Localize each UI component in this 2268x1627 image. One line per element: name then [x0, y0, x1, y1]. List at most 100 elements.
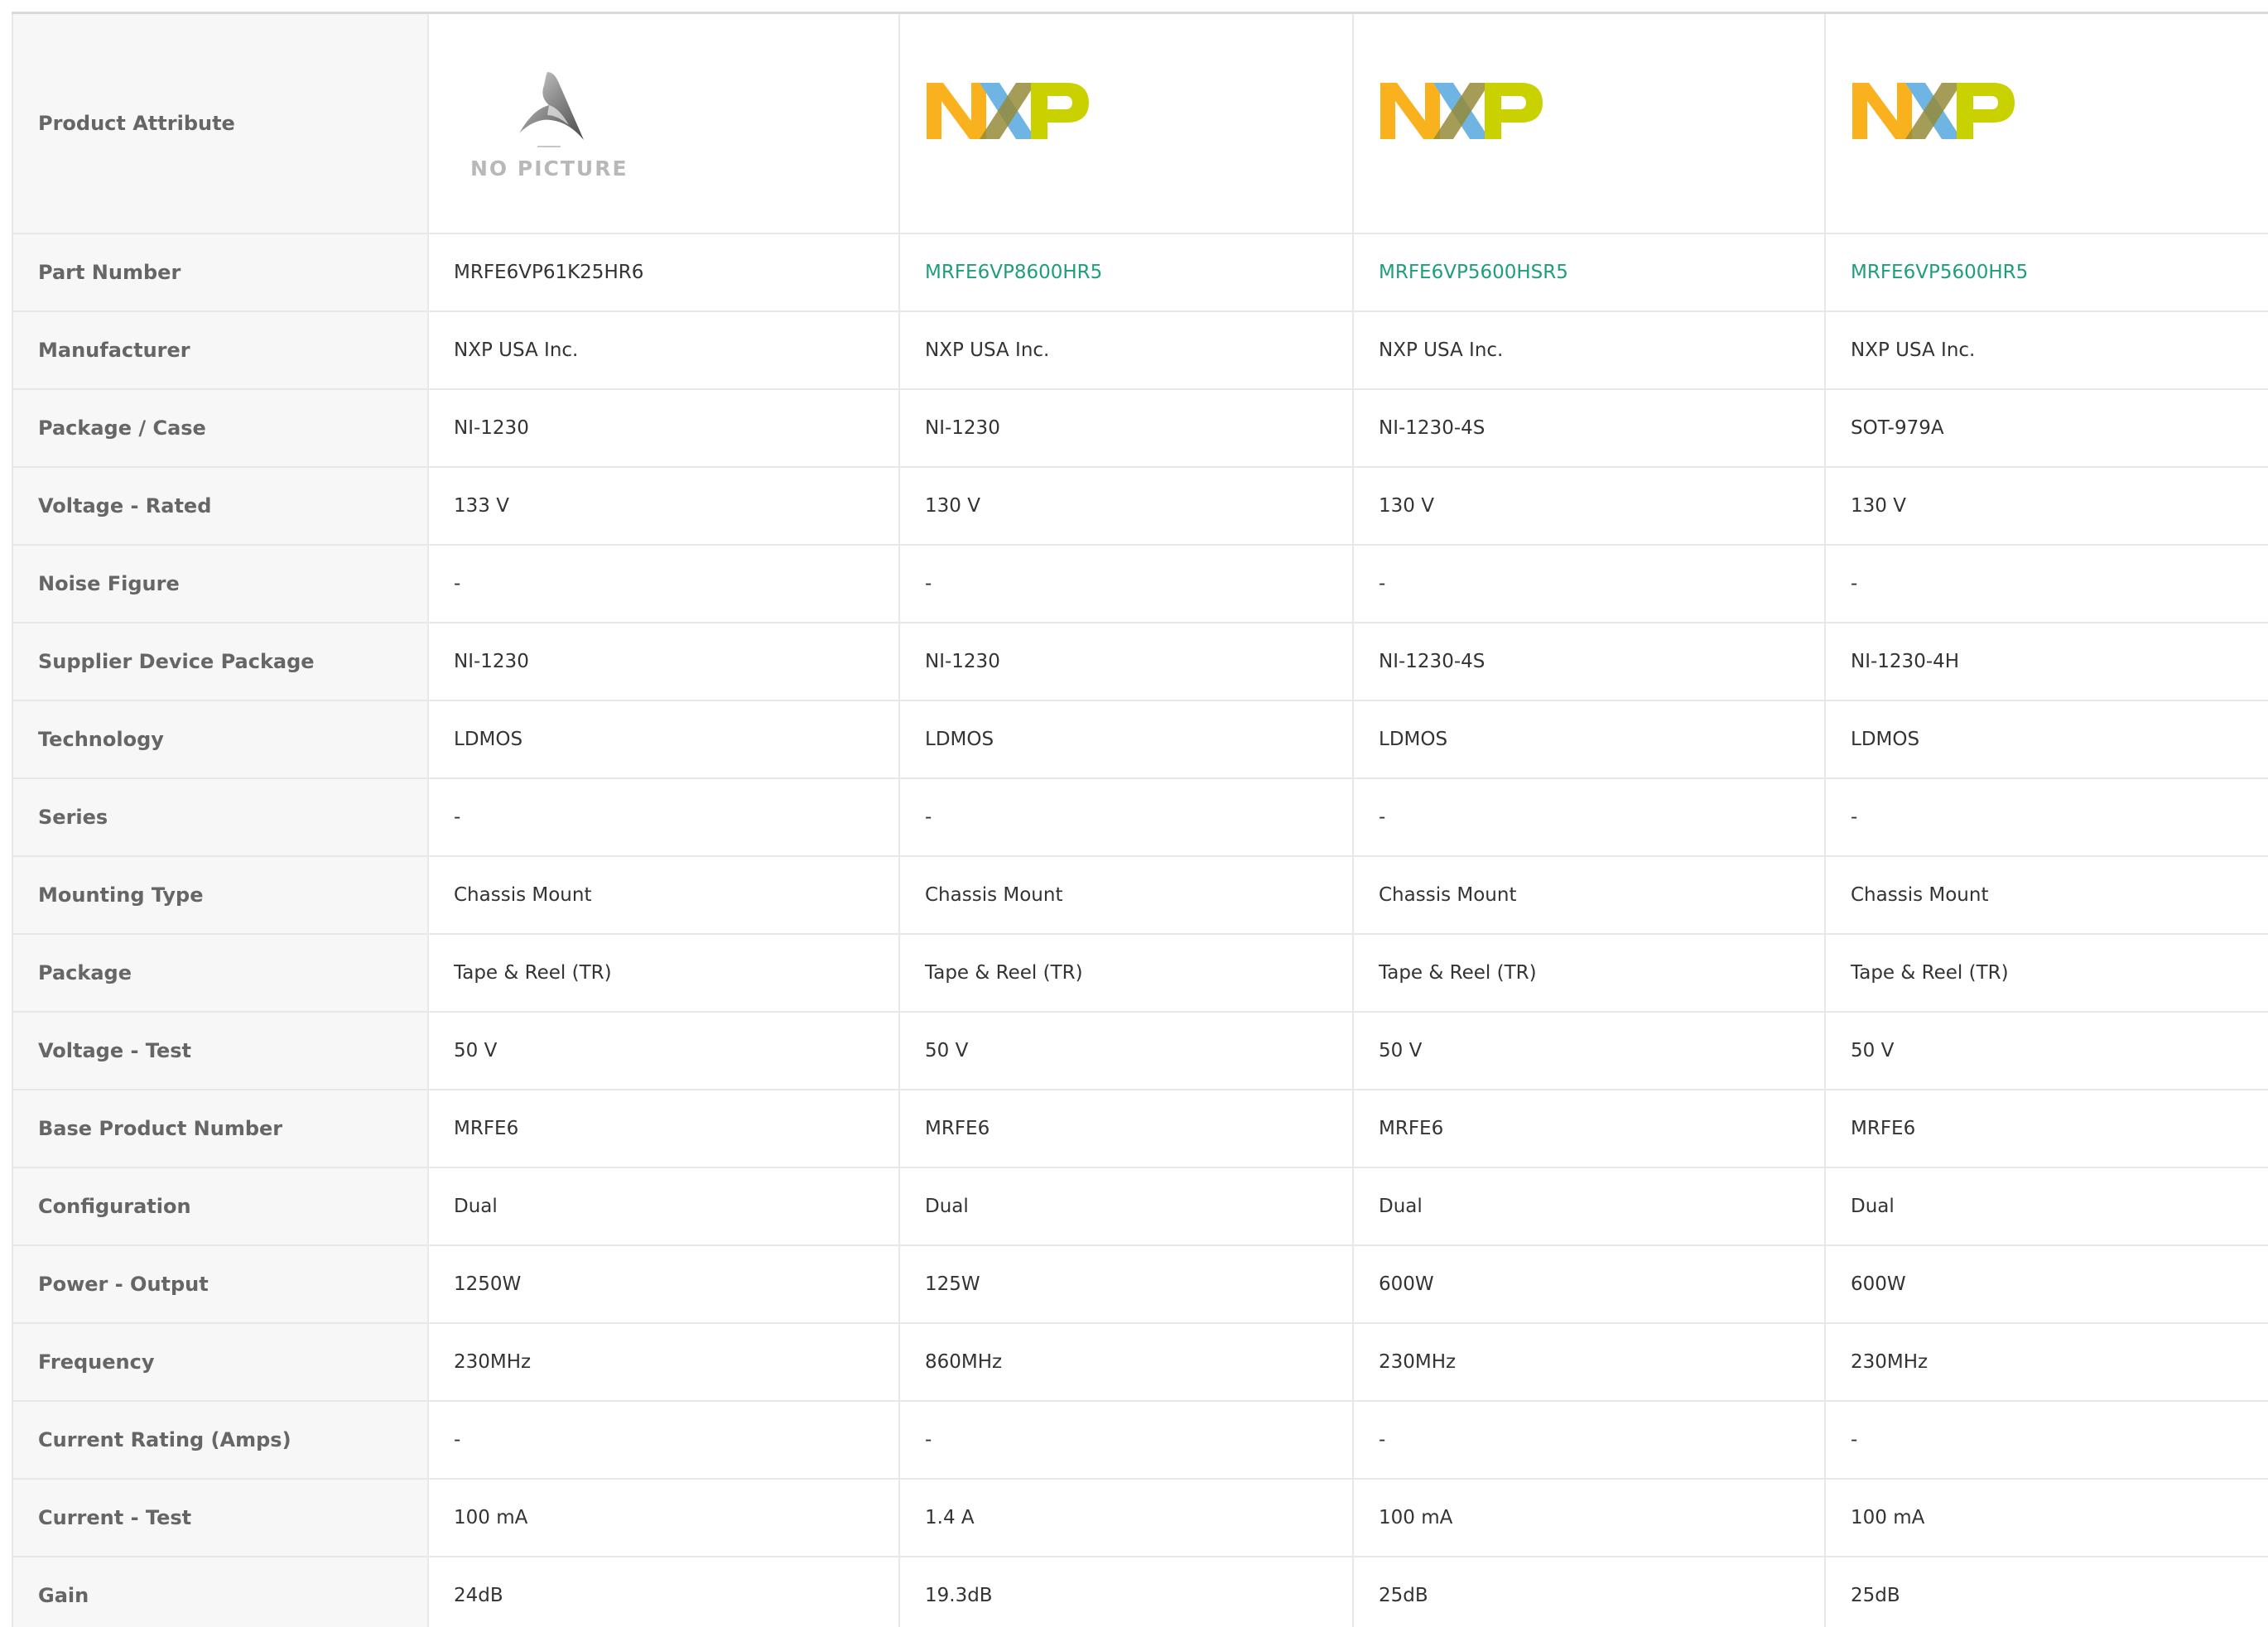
attribute-value: Dual [1851, 1196, 1895, 1217]
product-image-cell [1353, 14, 1826, 234]
row-base-product-number: Base Product Number MRFE6 MRFE6 MRFE6 MRFE6 [12, 1090, 2268, 1168]
attribute-value: - [925, 573, 932, 594]
attribute-value: NXP USA Inc. [1851, 339, 1976, 361]
attribute-value: LDMOS [1379, 729, 1448, 750]
nxp-logo [1379, 78, 1544, 144]
attribute-value: NI-1230-4S [1379, 651, 1486, 672]
attribute-value-cell: NXP USA Inc. [1353, 311, 1826, 390]
attribute-value: 1250W [454, 1273, 522, 1295]
attribute-value: 130 V [1851, 495, 1906, 517]
attribute-value: - [1379, 573, 1386, 594]
attribute-value-cell: - [1353, 778, 1826, 857]
attribute-value: 100 mA [454, 1507, 528, 1528]
no-picture-label: NO PICTURE [470, 156, 628, 181]
attribute-value-cell: 130 V [1825, 467, 2268, 546]
attribute-value: 600W [1379, 1273, 1434, 1295]
row-current-rating-amps: Current Rating (Amps) - - - - [12, 1401, 2268, 1480]
attribute-value: NI-1230-4H [1851, 651, 1960, 672]
attribute-value-cell: 600W [1353, 1245, 1826, 1324]
attribute-label: Power - Output [12, 1245, 429, 1324]
attribute-value: 25dB [1379, 1585, 1428, 1606]
attribute-value: Tape & Reel (TR) [925, 962, 1083, 984]
attribute-value-cell: 50 V [428, 1012, 900, 1090]
nxp-logo [1851, 78, 2016, 144]
product-image-cell [899, 14, 1354, 234]
product-comparison-table: Product Attribute NO PICTURE Part Number… [12, 14, 2268, 1627]
part-number-text: MRFE6VP61K25HR6 [454, 262, 644, 283]
attribute-value-cell: 600W [1825, 1245, 2268, 1324]
attribute-value-cell: 130 V [899, 467, 1354, 546]
attribute-value-cell: 50 V [1825, 1012, 2268, 1090]
part-number-link[interactable]: MRFE6VP5600HSR5 [1379, 262, 1568, 283]
attribute-value: - [925, 806, 932, 828]
attribute-value: NI-1230 [925, 651, 1000, 672]
attribute-value-cell: - [1825, 1401, 2268, 1480]
attribute-value-cell: Dual [899, 1167, 1354, 1246]
attribute-value-cell: 25dB [1825, 1557, 2268, 1627]
attribute-value: SOT-979A [1851, 417, 1944, 439]
attribute-value: MRFE6 [1851, 1118, 1916, 1139]
attribute-value: 860MHz [925, 1351, 1003, 1373]
attribute-value: 133 V [454, 495, 509, 517]
attribute-value: NXP USA Inc. [925, 339, 1050, 361]
part-number-link[interactable]: MRFE6VP8600HR5 [925, 262, 1102, 283]
attribute-value-cell: Dual [1353, 1167, 1826, 1246]
attribute-value: Chassis Mount [1851, 884, 1989, 906]
attribute-value-cell: MRFE6VP8600HR5 [899, 233, 1354, 312]
attribute-label: Current - Test [12, 1479, 429, 1557]
attribute-label: Voltage - Test [12, 1012, 429, 1090]
row-noise-figure: Noise Figure - - - - [12, 545, 2268, 623]
attribute-value: - [1379, 806, 1386, 828]
row-current-test: Current - Test 100 mA 1.4 A 100 mA 100 mA [12, 1479, 2268, 1557]
attribute-value-cell: 19.3dB [899, 1557, 1354, 1627]
attribute-value-cell: 100 mA [1825, 1479, 2268, 1557]
attribute-value-cell: 50 V [899, 1012, 1354, 1090]
attribute-value-cell: MRFE6 [1825, 1090, 2268, 1168]
attribute-value-cell: - [1353, 545, 1826, 623]
attribute-value: Tape & Reel (TR) [1851, 962, 2009, 984]
attribute-value-cell: - [899, 778, 1354, 857]
attribute-value-cell: Dual [1825, 1167, 2268, 1246]
attribute-value: 600W [1851, 1273, 1906, 1295]
attribute-value-cell: LDMOS [1353, 700, 1826, 779]
row-configuration: Configuration Dual Dual Dual Dual [12, 1167, 2268, 1246]
part-number-link[interactable]: MRFE6VP5600HR5 [1851, 262, 2028, 283]
attribute-value-cell: 230MHz [1353, 1323, 1826, 1402]
attribute-value-cell: 230MHz [428, 1323, 900, 1402]
attribute-value-cell: NI-1230-4H [1825, 623, 2268, 701]
attribute-value-cell: NI-1230 [899, 623, 1354, 701]
attribute-value-cell: - [428, 778, 900, 857]
attribute-value: Chassis Mount [1379, 884, 1517, 906]
attribute-value: Dual [925, 1196, 969, 1217]
attribute-value: NI-1230 [925, 417, 1000, 439]
attribute-value: NI-1230 [454, 417, 529, 439]
attribute-value-cell: 100 mA [428, 1479, 900, 1557]
attribute-value-cell: Chassis Mount [1353, 856, 1826, 935]
attribute-value: NXP USA Inc. [454, 339, 579, 361]
attribute-value: NXP USA Inc. [1379, 339, 1504, 361]
attribute-value: Tape & Reel (TR) [1379, 962, 1537, 984]
attribute-value: - [454, 806, 461, 828]
attribute-value-cell: SOT-979A [1825, 389, 2268, 468]
attribute-value: 50 V [1851, 1040, 1895, 1061]
attribute-value-cell: NXP USA Inc. [1825, 311, 2268, 390]
attribute-value: 100 mA [1851, 1507, 1925, 1528]
attribute-value: 100 mA [1379, 1507, 1453, 1528]
attribute-value-cell: MRFE6VP5600HSR5 [1353, 233, 1826, 312]
attribute-value: MRFE6 [1379, 1118, 1444, 1139]
attribute-value-cell: 130 V [1353, 467, 1826, 546]
attribute-value: Dual [1379, 1196, 1423, 1217]
attribute-value-cell: LDMOS [899, 700, 1354, 779]
attribute-value-cell: Chassis Mount [1825, 856, 2268, 935]
attribute-value: Chassis Mount [454, 884, 592, 906]
attribute-value: Tape & Reel (TR) [454, 962, 612, 984]
attribute-value-cell: NI-1230-4S [1353, 389, 1826, 468]
attribute-label: Base Product Number [12, 1090, 429, 1168]
attribute-value-cell: Tape & Reel (TR) [1825, 934, 2268, 1013]
attribute-label: Current Rating (Amps) [12, 1401, 429, 1480]
attribute-label: Voltage - Rated [12, 467, 429, 546]
row-voltage-rated: Voltage - Rated 133 V 130 V 130 V 130 V [12, 467, 2268, 546]
attribute-value: - [1851, 1429, 1858, 1451]
attribute-value: LDMOS [454, 729, 523, 750]
attribute-value-cell: NI-1230 [428, 623, 900, 701]
